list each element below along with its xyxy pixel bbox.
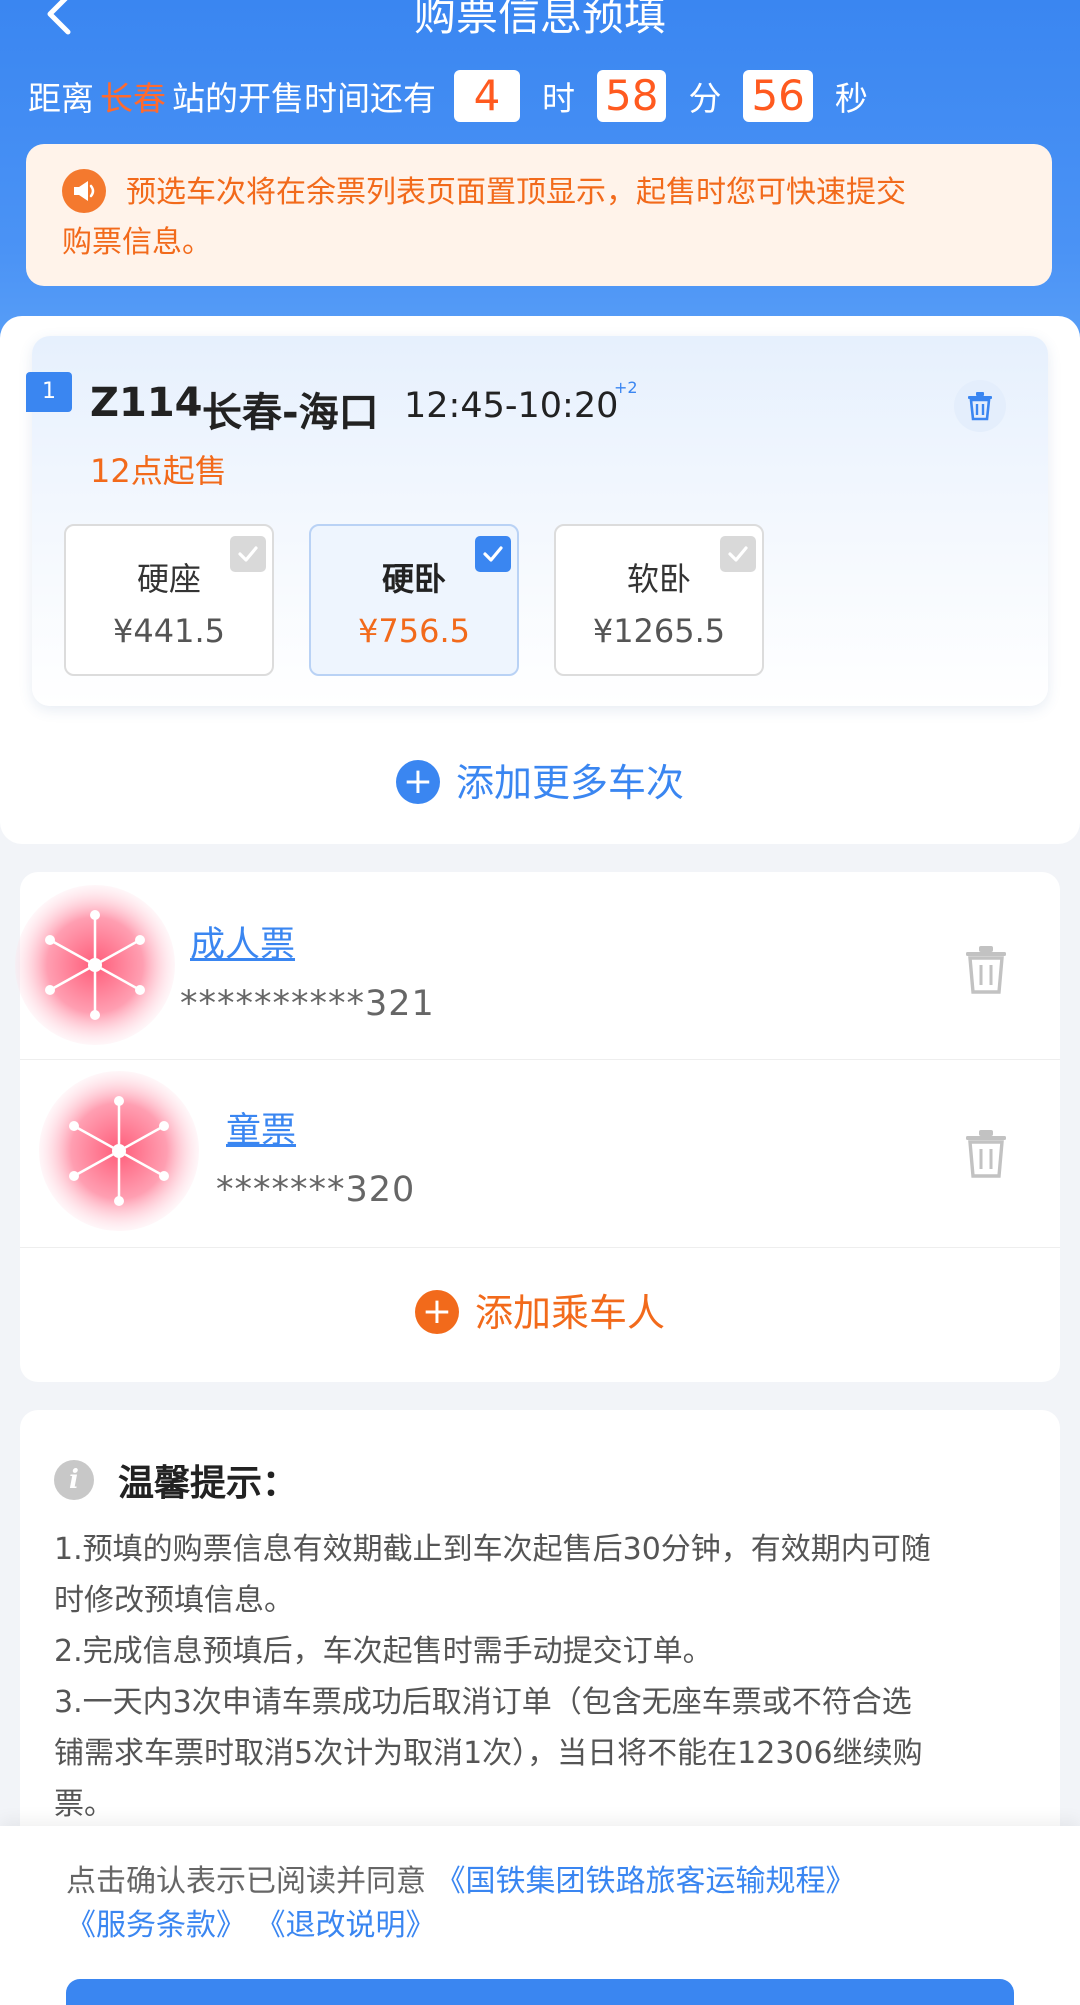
countdown-hours: 4	[454, 70, 520, 122]
notice-line-2: 购票信息。	[62, 225, 212, 260]
notice-banner: 预选车次将在余票列表页面置顶显示，起售时您可快速提交 购票信息。	[26, 144, 1052, 286]
id-number: *******320	[216, 1170, 416, 1210]
rules-link[interactable]: 《国铁集团铁路旅客运输规程》	[436, 1864, 856, 1899]
checkbox-icon	[720, 536, 756, 572]
terms-link[interactable]: 《服务条款》	[66, 1908, 246, 1943]
agreement-text: 点击确认表示已阅读并同意 《国铁集团铁路旅客运输规程》 《服务条款》 《退改说明…	[66, 1860, 1046, 1948]
delete-passenger-icon[interactable]	[960, 942, 1012, 998]
page-title: 购票信息预填	[413, 0, 666, 40]
add-passenger-button[interactable]: + 添加乘车人	[20, 1282, 1060, 1338]
plus-circle-icon: +	[395, 759, 440, 804]
seat-price: ¥756.5	[358, 612, 470, 650]
seat-option-soft-sleeper[interactable]: 软卧 ¥1265.5	[554, 524, 764, 676]
countdown-minutes: 58	[597, 70, 667, 122]
tips-line: 3.一天内3次申请车票成功后取消订单（包含无座车票或不符合选	[54, 1685, 912, 1720]
train-seq-badge: 1	[26, 372, 72, 412]
tips-line: 2.完成信息预填后，车次起售时需手动提交订单。	[54, 1634, 713, 1669]
sticker-blossom-icon	[15, 885, 175, 1045]
train-section: 1 Z114 长春-海口 12:45-10:20 +2 12点起售 硬座 ¥44…	[0, 316, 1080, 844]
seat-price: ¥441.5	[113, 612, 225, 650]
nav-bar: 购票信息预填	[0, 0, 1080, 48]
tips-title: 温馨提示：	[118, 1463, 299, 1504]
tips-header: i 温馨提示：	[54, 1450, 1024, 1510]
id-number: **********321	[180, 984, 435, 1024]
countdown-station: 长春	[100, 79, 166, 118]
ticket-type-link[interactable]: 成人票	[190, 916, 295, 967]
add-passenger-label: 添加乘车人	[474, 1291, 665, 1335]
confirm-button[interactable]	[66, 1979, 1014, 2005]
trash-icon	[968, 392, 992, 421]
passenger-item[interactable]: 成人票 **********321	[15, 872, 1060, 1060]
train-time: 12:45-10:20	[404, 386, 619, 426]
tips-line: 票。	[54, 1787, 114, 1822]
checkbox-checked-icon	[475, 536, 511, 572]
countdown-suffix: 站的开售时间还有	[172, 79, 436, 118]
passenger-section: 成人票 **********321 童票 *******320 + 添加乘车人	[15, 872, 1060, 1382]
sale-time: 12点起售	[90, 452, 227, 490]
passenger-item[interactable]: 童票 *******320	[20, 1060, 1060, 1248]
megaphone-icon	[62, 168, 106, 213]
info-icon: i	[54, 1460, 94, 1500]
add-more-trains-button[interactable]: + 添加更多车次	[0, 752, 1080, 808]
ticket-type-link[interactable]: 童票	[226, 1102, 296, 1153]
plus-circle-icon: +	[414, 1289, 459, 1334]
delete-train-button[interactable]	[954, 380, 1006, 432]
notice-line-1: 预选车次将在余票列表页面置顶显示，起售时您可快速提交	[126, 175, 906, 210]
countdown-second-unit: 秒	[834, 79, 868, 118]
tips-line: 时修改预填信息。	[54, 1583, 294, 1618]
refund-link[interactable]: 《退改说明》	[256, 1908, 436, 1943]
sale-countdown: 距离 长春 站的开售时间还有 4 时 58 分 56 秒	[28, 68, 882, 124]
train-day-offset: +2	[614, 378, 638, 397]
seat-price: ¥1265.5	[592, 612, 726, 650]
countdown-minute-unit: 分	[688, 79, 722, 118]
sticker-blossom-icon	[39, 1071, 199, 1231]
train-item: 1 Z114 长春-海口 12:45-10:20 +2 12点起售 硬座 ¥44…	[26, 336, 1048, 706]
tips-body: 1.预填的购票信息有效期截止到车次起售后30分钟，有效期内可随 时修改预填信息。…	[54, 1524, 1024, 1830]
countdown-hour-unit: 时	[542, 79, 575, 118]
checkbox-icon	[230, 536, 266, 572]
tips-line: 1.预填的购票信息有效期截止到车次起售后30分钟，有效期内可随	[54, 1532, 931, 1567]
tips-line: 铺需求车票时取消5次计为取消1次），当日将不能在12306继续购	[54, 1736, 923, 1771]
delete-passenger-icon[interactable]	[960, 1126, 1012, 1182]
seat-option-hard-sleeper[interactable]: 硬卧 ¥756.5	[309, 524, 519, 676]
countdown-prefix: 距离	[28, 79, 94, 118]
train-route: 长春-海口	[202, 390, 379, 436]
countdown-seconds: 56	[743, 70, 813, 122]
train-number: Z114	[90, 380, 203, 426]
agreement-prefix: 点击确认表示已阅读并同意	[66, 1864, 426, 1899]
seat-option-hard-seat[interactable]: 硬座 ¥441.5	[64, 524, 274, 676]
bottom-bar: 点击确认表示已阅读并同意 《国铁集团铁路旅客运输规程》 《服务条款》 《退改说明…	[0, 1826, 1080, 2005]
add-more-trains-label: 添加更多车次	[455, 761, 684, 805]
